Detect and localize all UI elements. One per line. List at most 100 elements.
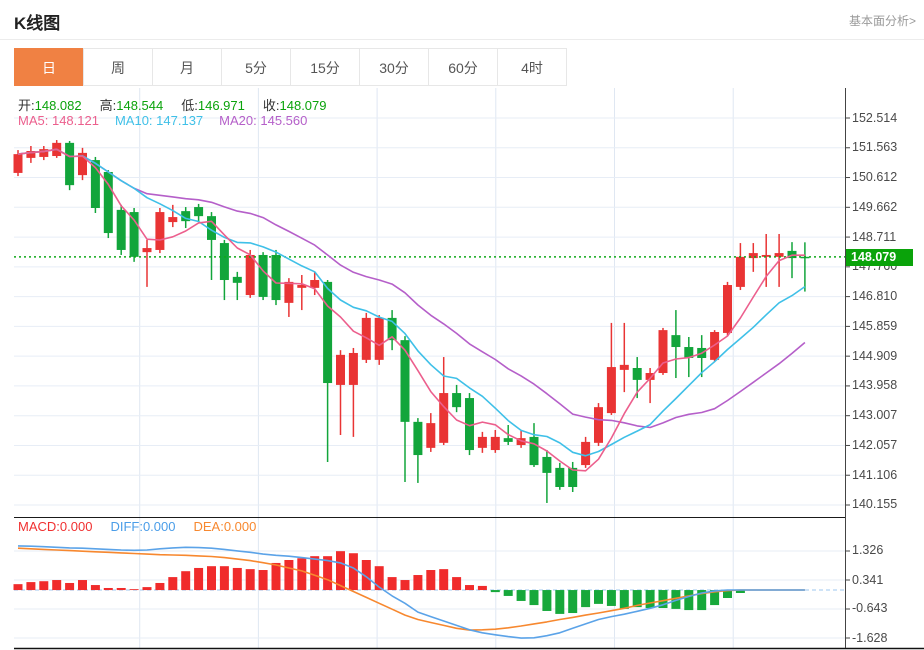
kline-page: K线图 基本面分析> 日周月5分15分30分60分4时 开:148.082高:1… <box>0 0 924 650</box>
price-axis-label: 142.057 <box>852 438 897 452</box>
candle-body <box>14 154 23 173</box>
macd-value: 0.000 <box>60 519 93 534</box>
current-price-tag: 148.079 <box>846 249 913 266</box>
macd-histogram-bar <box>413 575 422 590</box>
candle-body <box>452 393 461 407</box>
price-axis-label: 152.514 <box>852 111 897 125</box>
candle-body <box>620 365 629 370</box>
macd-histogram-bar <box>349 553 358 590</box>
macd-histogram-bar <box>491 590 500 592</box>
ma20-value: 145.560 <box>260 113 307 128</box>
candle-body <box>336 355 345 385</box>
diff-label: DIFF: <box>110 519 143 534</box>
macd-histogram-bar <box>594 590 603 604</box>
tab-interval-15分[interactable]: 15分 <box>290 48 360 86</box>
open-value: 148.082 <box>35 98 82 113</box>
candle-body <box>581 442 590 465</box>
macd-histogram-bar <box>246 569 255 590</box>
diff-value: 0.000 <box>143 519 176 534</box>
candle-body <box>130 212 139 257</box>
macd-axis-label: -0.643 <box>852 601 887 615</box>
candle-body <box>143 248 152 252</box>
dea-label: DEA: <box>193 519 223 534</box>
price-axis-label: 144.909 <box>852 349 897 363</box>
macd-histogram-bar <box>26 582 35 590</box>
macd-histogram-bar <box>39 581 48 590</box>
macd-histogram-bar <box>581 590 590 607</box>
candle-body <box>478 437 487 448</box>
candle-body <box>349 353 358 385</box>
close-value: 148.079 <box>280 98 327 113</box>
ma10-value: 147.137 <box>156 113 203 128</box>
price-axis-label: 149.662 <box>852 200 897 214</box>
candle-body <box>272 255 281 300</box>
ma10-line <box>18 149 805 456</box>
macd-axis-label: 0.341 <box>852 573 883 587</box>
close-label: 收: <box>263 98 280 113</box>
tab-interval-月[interactable]: 月 <box>152 48 222 86</box>
candle-body <box>633 368 642 380</box>
macd-histogram-bar <box>78 580 87 590</box>
candle-body <box>310 280 319 288</box>
macd-histogram-bar <box>426 570 435 590</box>
macd-histogram-bar <box>233 568 242 590</box>
ma-row: MA5: 148.121MA10: 147.137MA20: 145.560 <box>18 113 307 128</box>
candle-body <box>671 335 680 347</box>
candle-body <box>607 367 616 413</box>
fundamental-analysis-link[interactable]: 基本面分析> <box>849 12 916 29</box>
tab-interval-60分[interactable]: 60分 <box>428 48 498 86</box>
tab-interval-日[interactable]: 日 <box>14 48 84 86</box>
candle-body <box>401 340 410 422</box>
candle-body <box>413 422 422 455</box>
candle-body <box>723 285 732 333</box>
candle-body <box>246 255 255 295</box>
price-axis-label: 143.007 <box>852 408 897 422</box>
macd-histogram-bar <box>542 590 551 611</box>
macd-histogram-bar <box>284 560 293 590</box>
macd-histogram-bar <box>168 577 177 590</box>
high-value: 148.544 <box>116 98 163 113</box>
tab-interval-4时[interactable]: 4时 <box>497 48 567 86</box>
ma20-label: MA20: <box>219 113 257 128</box>
low-value: 146.971 <box>198 98 245 113</box>
macd-histogram-bar <box>91 585 100 590</box>
macd-histogram-bar <box>555 590 564 614</box>
ohlc-row: 开:148.082高:148.544低:146.971收:148.079 <box>18 95 345 114</box>
candle-body <box>155 212 164 250</box>
macd-histogram-bar <box>117 588 126 590</box>
macd-label: MACD: <box>18 519 60 534</box>
price-axis-label: 141.106 <box>852 468 897 482</box>
candle-body <box>504 438 513 442</box>
tab-interval-周[interactable]: 周 <box>83 48 153 86</box>
price-axis-label: 143.958 <box>852 378 897 392</box>
candle-body <box>439 393 448 443</box>
candle-body <box>194 207 203 216</box>
candle-body <box>594 407 603 443</box>
macd-histogram-bar <box>130 589 139 590</box>
candle-body <box>555 468 564 487</box>
price-axis-label: 150.612 <box>852 170 897 184</box>
interval-tabbar: 日周月5分15分30分60分4时 <box>14 48 567 86</box>
macd-histogram-bar <box>259 570 268 590</box>
candle-body <box>168 217 177 222</box>
tab-interval-30分[interactable]: 30分 <box>359 48 429 86</box>
price-axis-label: 145.859 <box>852 319 897 333</box>
macd-histogram-bar <box>568 590 577 613</box>
candle-body <box>530 437 539 465</box>
low-label: 低: <box>181 98 198 113</box>
candle-body <box>375 318 384 360</box>
dea-value: 0.000 <box>224 519 257 534</box>
ma5-label: MA5: <box>18 113 48 128</box>
candle-body <box>491 437 500 450</box>
page-header: K线图 基本面分析> <box>0 0 924 40</box>
candle-body <box>220 243 229 280</box>
dea-line <box>18 548 805 630</box>
tab-interval-5分[interactable]: 5分 <box>221 48 291 86</box>
open-label: 开: <box>18 98 35 113</box>
macd-histogram-bar <box>220 566 229 590</box>
macd-histogram-bar <box>439 569 448 590</box>
page-title: K线图 <box>14 9 60 34</box>
ma10-label: MA10: <box>115 113 153 128</box>
candle-body <box>736 257 745 287</box>
macd-histogram-bar <box>194 568 203 590</box>
